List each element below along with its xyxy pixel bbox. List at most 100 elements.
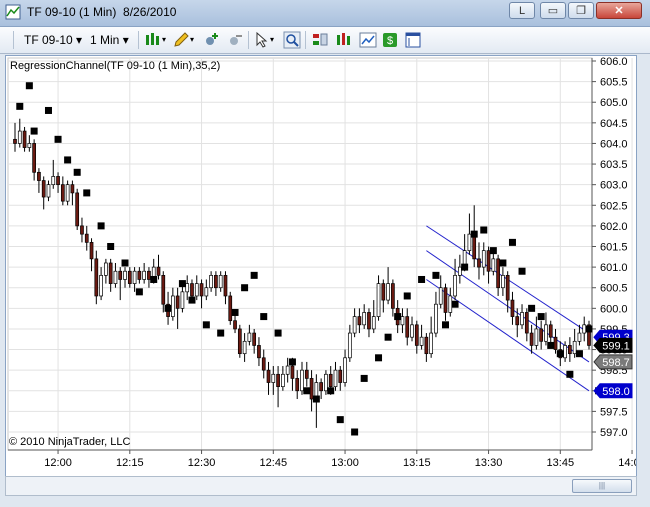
indicators-icon[interactable] bbox=[311, 31, 329, 49]
y-tick-label: 601.0 bbox=[600, 262, 628, 274]
x-tick-label: 13:30 bbox=[475, 457, 503, 469]
x-tick-label: 12:30 bbox=[188, 457, 216, 469]
dot-marker bbox=[303, 387, 311, 395]
y-tick-label: 602.0 bbox=[600, 221, 628, 233]
candle-body bbox=[539, 328, 544, 342]
candle-body bbox=[304, 369, 309, 379]
candle-body bbox=[343, 357, 347, 383]
cursor-dropdown-icon[interactable]: ▾ bbox=[270, 31, 274, 49]
candle-body bbox=[281, 373, 285, 388]
candle-body bbox=[89, 242, 94, 260]
candle-body bbox=[156, 266, 161, 276]
candle-body bbox=[563, 345, 567, 359]
candle-body bbox=[204, 287, 209, 297]
cursor-icon[interactable] bbox=[253, 31, 271, 49]
candle-body bbox=[300, 369, 304, 392]
candle-body bbox=[180, 291, 185, 309]
candle-body bbox=[496, 258, 500, 289]
candle-body bbox=[17, 130, 22, 144]
candle-body bbox=[60, 184, 65, 202]
strategies-icon[interactable] bbox=[335, 31, 353, 49]
dot-marker bbox=[489, 247, 497, 255]
candle-body bbox=[529, 332, 534, 346]
dot-marker bbox=[274, 329, 282, 337]
candle-body bbox=[376, 283, 381, 317]
x-tick-label: 13:15 bbox=[403, 457, 431, 469]
candle-body bbox=[582, 324, 587, 334]
candle-body bbox=[80, 225, 84, 235]
candle-body bbox=[194, 283, 199, 297]
candle-body bbox=[405, 316, 410, 338]
period-selector[interactable]: 1 Min ▾ bbox=[90, 31, 129, 49]
dot-marker bbox=[499, 259, 507, 267]
candle-body bbox=[214, 275, 218, 289]
period-dropdown-icon: ▾ bbox=[122, 33, 129, 47]
dot-marker bbox=[432, 271, 440, 279]
x-tick-label: 14:00 bbox=[618, 457, 636, 469]
candle-body bbox=[252, 332, 257, 346]
candle-body bbox=[501, 275, 505, 289]
scrollbar-thumb[interactable]: ||| bbox=[572, 479, 632, 493]
candle-body bbox=[515, 316, 520, 326]
candle-body bbox=[486, 250, 491, 272]
candle-body bbox=[438, 287, 443, 305]
toolbar-separator bbox=[138, 31, 139, 49]
dot-marker bbox=[566, 370, 574, 378]
y-tick-label: 604.0 bbox=[600, 138, 628, 150]
candle-body bbox=[524, 312, 529, 334]
dot-marker bbox=[312, 395, 320, 403]
candle-body bbox=[544, 324, 548, 342]
dot-marker bbox=[442, 321, 449, 329]
candle-body bbox=[477, 258, 481, 268]
dot-marker bbox=[470, 230, 478, 238]
bar-type-dropdown-icon[interactable]: ▾ bbox=[162, 31, 166, 49]
y-tick-label: 600.5 bbox=[600, 283, 628, 295]
candle-body bbox=[56, 176, 60, 186]
dot-marker bbox=[44, 106, 52, 114]
title-bar[interactable]: TF 09-10 (1 Min) 8/26/2010 L ▭ ❐ ✕ bbox=[0, 0, 650, 27]
candle-body bbox=[577, 332, 582, 342]
candle-body bbox=[142, 270, 146, 280]
add-marker-icon[interactable] bbox=[202, 31, 220, 49]
y-tick-label: 601.5 bbox=[600, 242, 628, 254]
candle-body bbox=[118, 270, 123, 280]
candle-body bbox=[94, 258, 99, 297]
dot-marker bbox=[54, 135, 62, 143]
candle-body bbox=[113, 270, 118, 284]
instrument-selector[interactable]: TF 09-10 ▾ bbox=[24, 31, 82, 49]
toolbar-separator bbox=[305, 31, 306, 49]
candle-body bbox=[481, 250, 486, 268]
bar-type-icon[interactable] bbox=[144, 31, 162, 49]
chart-properties-icon[interactable] bbox=[359, 31, 377, 49]
draw-dropdown-icon[interactable]: ▾ bbox=[190, 31, 194, 49]
candle-body bbox=[46, 184, 51, 198]
candle-body bbox=[271, 373, 276, 383]
candle-body bbox=[520, 312, 524, 326]
dot-marker bbox=[394, 313, 402, 321]
candle-body bbox=[295, 378, 300, 392]
zoom-icon[interactable] bbox=[283, 31, 301, 49]
panels-icon[interactable] bbox=[404, 31, 422, 49]
y-tick-label: 600.0 bbox=[600, 303, 628, 315]
draw-pencil-icon[interactable] bbox=[172, 31, 190, 49]
link-button[interactable]: L bbox=[509, 2, 535, 19]
minimize-button[interactable]: ▭ bbox=[540, 2, 566, 19]
data-box-icon[interactable]: $ bbox=[381, 31, 399, 49]
y-tick-label: 597.5 bbox=[600, 406, 628, 418]
candle-body bbox=[228, 295, 233, 322]
chart-panel[interactable]: 606.0 605.5 605.0 604.5 604.0 603.5 603.0 602.5… bbox=[5, 55, 637, 477]
indicator-label: RegressionChannel(TF 09-10 (1 Min),35,2) bbox=[10, 60, 221, 72]
dot-marker bbox=[178, 280, 186, 288]
x-tick-label: 13:45 bbox=[547, 457, 575, 469]
close-button[interactable]: ✕ bbox=[596, 2, 642, 19]
candle-body bbox=[553, 336, 558, 350]
horizontal-scrollbar[interactable]: ||| bbox=[5, 476, 637, 496]
candle-body bbox=[13, 138, 17, 144]
price-chart[interactable]: 606.0 605.5 605.0 604.5 604.0 603.5 603.0 602.5… bbox=[6, 56, 636, 476]
candle-body bbox=[266, 369, 271, 383]
candle-body bbox=[448, 295, 453, 313]
candle-body bbox=[324, 373, 328, 392]
restore-button[interactable]: ❐ bbox=[568, 2, 594, 19]
dot-marker bbox=[547, 341, 555, 349]
remove-marker-icon[interactable] bbox=[226, 31, 244, 49]
